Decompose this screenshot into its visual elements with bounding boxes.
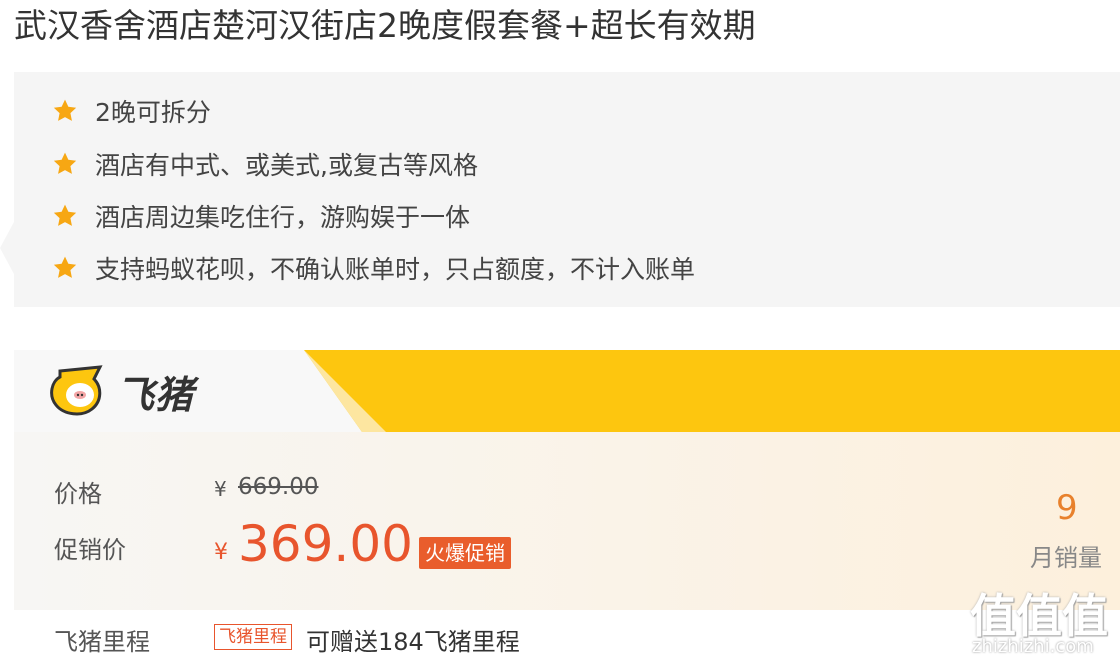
mileage-row: 飞猪里程 飞猪里程 可赠送184飞猪里程 (14, 612, 1120, 664)
original-price: 669.00 (238, 474, 319, 500)
feature-list-notch (0, 222, 14, 274)
brand-logo[interactable]: 飞猪 (50, 364, 194, 418)
feature-text: 2晚可拆分 (95, 98, 211, 127)
promo-price: 369.00 (238, 515, 413, 573)
currency-symbol: ¥ (214, 477, 227, 501)
feature-text: 酒店周边集吃住行，游购娱于一体 (95, 203, 471, 232)
promo-price-label: 促销价 (54, 536, 126, 564)
price-label: 价格 (54, 480, 102, 508)
mileage-text: 可赠送184飞猪里程 (306, 628, 520, 656)
promo-badge: 火爆促销 (419, 537, 511, 569)
feature-item: 酒店周边集吃住行，游购娱于一体 (52, 196, 470, 236)
feature-text: 酒店有中式、或美式,或复古等风格 (95, 151, 478, 180)
mileage-label: 飞猪里程 (54, 628, 150, 656)
feature-item: 2晚可拆分 (52, 91, 211, 131)
brand-name: 飞猪 (116, 372, 195, 417)
star-icon (53, 256, 77, 278)
feature-item: 支持蚂蚁花呗，不确认账单时，只占额度，不计入账单 (52, 248, 695, 288)
star-icon (53, 204, 77, 226)
watermark-url: zhizhizhi.com (972, 636, 1094, 657)
price-panel: 价格 ¥ 669.00 促销价 ¥ 369.00 火爆促销 9 月销量 (14, 432, 1120, 610)
mileage-badge: 飞猪里程 (214, 624, 292, 650)
brand-banner: 飞猪 (14, 350, 1120, 432)
star-icon (53, 152, 77, 174)
feature-item: 酒店有中式、或美式,或复古等风格 (52, 144, 478, 184)
product-title: 武汉香舍酒店楚河汉街店2晚度假套餐+超长有效期 (14, 6, 756, 45)
feature-text: 支持蚂蚁花呗，不确认账单时，只占额度，不计入账单 (95, 255, 696, 284)
monthly-sales-count: 9 (1056, 488, 1078, 528)
promo-currency-symbol: ¥ (214, 540, 228, 565)
monthly-sales-label: 月销量 (1030, 544, 1102, 572)
star-icon (53, 99, 77, 121)
fliggy-pig-icon (50, 365, 103, 416)
feature-list: 2晚可拆分 酒店有中式、或美式,或复古等风格 酒店周边集吃住行，游购娱于一体 支… (0, 72, 1120, 307)
site-watermark: 值值值 zhizhizhi.com (968, 580, 1116, 664)
